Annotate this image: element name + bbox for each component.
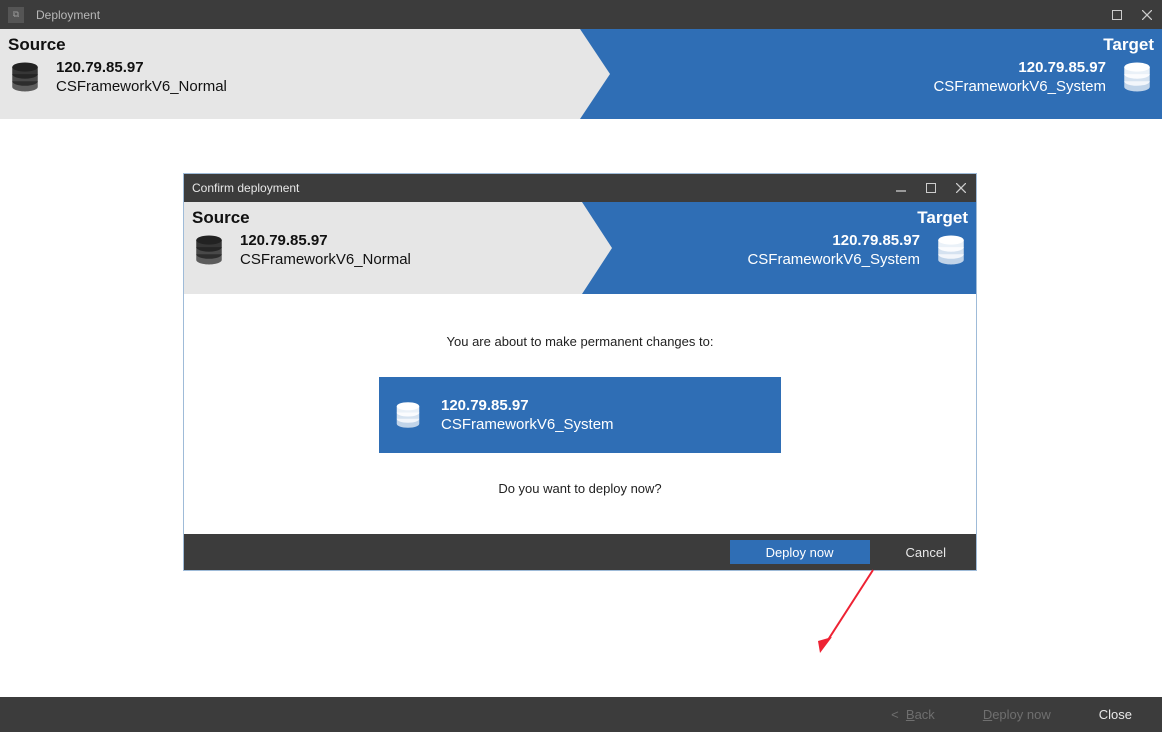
dialog-footer: Deploy now Cancel xyxy=(184,534,976,570)
target-db: CSFrameworkV6_System xyxy=(933,78,1106,95)
database-icon xyxy=(8,60,42,94)
app-icon: ⧉ xyxy=(8,7,24,23)
main-maximize-button[interactable] xyxy=(1102,0,1132,29)
dialog-target-db: CSFrameworkV6_System xyxy=(747,251,920,268)
source-ip: 120.79.85.97 xyxy=(56,59,227,76)
main-source-target-banner: Source 120.79.85.97 CSFrameworkV6_Normal… xyxy=(0,29,1162,119)
source-label: Source xyxy=(8,35,572,55)
dialog-close-button[interactable] xyxy=(946,174,976,202)
dialog-source-panel: Source 120.79.85.97 CSFrameworkV6_Normal xyxy=(184,202,582,294)
cancel-button[interactable]: Cancel xyxy=(906,540,946,564)
main-titlebar: ⧉ Deployment xyxy=(0,0,1162,29)
dialog-source-db: CSFrameworkV6_Normal xyxy=(240,251,411,268)
source-label: Source xyxy=(192,208,574,228)
source-db: CSFrameworkV6_Normal xyxy=(56,78,227,95)
target-label: Target xyxy=(1103,35,1154,55)
confirm-deployment-dialog: Confirm deployment Source 120.79.85.97 C… xyxy=(183,173,977,571)
dialog-maximize-button[interactable] xyxy=(916,174,946,202)
dialog-target-ip: 120.79.85.97 xyxy=(747,232,920,249)
confirm-ip: 120.79.85.97 xyxy=(441,397,614,414)
dialog-minimize-button[interactable] xyxy=(886,174,916,202)
main-close-button[interactable] xyxy=(1132,0,1162,29)
database-icon xyxy=(1120,60,1154,94)
database-icon xyxy=(192,233,226,267)
dialog-titlebar: Confirm deployment xyxy=(184,174,976,202)
maximize-icon xyxy=(926,183,936,193)
confirm-db: CSFrameworkV6_System xyxy=(441,416,614,433)
maximize-icon xyxy=(1112,10,1122,20)
database-icon xyxy=(934,233,968,267)
deploy-now-button[interactable]: Deploy now xyxy=(730,540,870,564)
close-icon xyxy=(956,183,966,193)
dialog-body: You are about to make permanent changes … xyxy=(184,294,976,534)
deploy-question-text: Do you want to deploy now? xyxy=(184,481,976,496)
database-icon xyxy=(393,400,423,430)
dialog-source-target-banner: Source 120.79.85.97 CSFrameworkV6_Normal… xyxy=(184,202,976,294)
dialog-title: Confirm deployment xyxy=(192,181,299,195)
dialog-source-ip: 120.79.85.97 xyxy=(240,232,411,249)
confirm-target-card: 120.79.85.97 CSFrameworkV6_System xyxy=(379,377,781,453)
target-ip: 120.79.85.97 xyxy=(933,59,1106,76)
target-label: Target xyxy=(917,208,968,228)
main-footer: < Back Deploy now Close xyxy=(0,697,1162,732)
window-title: Deployment xyxy=(36,8,100,22)
minimize-icon xyxy=(896,183,906,193)
close-button[interactable]: Close xyxy=(1099,707,1132,722)
back-button: < Back xyxy=(891,707,935,722)
main-source-panel: Source 120.79.85.97 CSFrameworkV6_Normal xyxy=(0,29,580,119)
footer-deploy-now-button: Deploy now xyxy=(983,707,1051,722)
main-content-area: Confirm deployment Source 120.79.85.97 C… xyxy=(0,119,1162,697)
close-icon xyxy=(1142,10,1152,20)
main-target-panel: Target 120.79.85.97 CSFrameworkV6_System xyxy=(580,29,1162,119)
dialog-target-panel: Target 120.79.85.97 CSFrameworkV6_System xyxy=(582,202,976,294)
about-to-change-text: You are about to make permanent changes … xyxy=(184,334,976,349)
annotation-arrow xyxy=(818,565,878,655)
